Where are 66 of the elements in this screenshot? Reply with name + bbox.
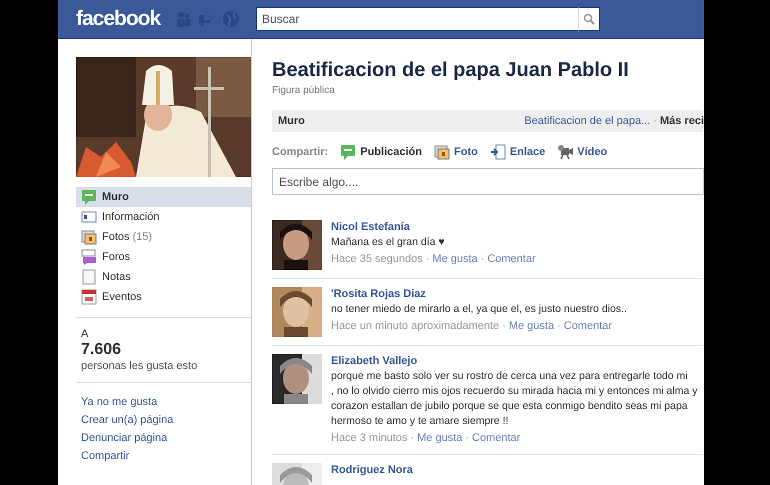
photo-frame-icon xyxy=(81,229,97,245)
post-text: Mañana es el gran día ♥ xyxy=(331,235,446,250)
sidebar-item[interactable]: Eventos xyxy=(76,287,251,307)
item-count: (15) xyxy=(132,231,152,243)
speech-bubble-icon xyxy=(340,144,356,160)
sidebar-link[interactable]: Denunciar página xyxy=(81,429,251,447)
action-link[interactable]: Me gusta xyxy=(417,432,462,444)
author-link[interactable]: Nicol Estefanía xyxy=(331,220,536,235)
post-text: hermoso te amo y te amare siempre !! xyxy=(331,414,510,429)
share-option[interactable]: Publicación xyxy=(340,144,422,160)
author-link[interactable]: Rodriguez Nora xyxy=(331,463,413,478)
post-text: porque me basto solo ver su rostro de cerca una vez para entregarle todo mi xyxy=(331,369,689,384)
action-link[interactable]: Comentar xyxy=(564,320,612,332)
globe-icon[interactable] xyxy=(222,10,240,28)
action-link[interactable]: Comentar xyxy=(472,432,520,444)
post-text: corazon estallan de jubilo porque se que esta conmigo bendito seas mi papa xyxy=(331,399,689,414)
separator-dot: · xyxy=(557,320,561,332)
share-option[interactable]: Foto xyxy=(434,144,478,160)
page-title: Beatificacion de el papa Juan Pablo II xyxy=(272,59,630,82)
sidebar-link[interactable]: Compartir xyxy=(81,447,251,465)
sidebar-link[interactable]: Crear un(a) página xyxy=(81,411,251,429)
wall-tab[interactable]: Muro xyxy=(278,115,305,127)
search-icon xyxy=(583,13,595,25)
separator-dot: · xyxy=(465,432,470,444)
sidebar-item[interactable]: Notas xyxy=(76,267,251,287)
search-field[interactable]: Buscar xyxy=(256,7,578,31)
link-arrow-icon xyxy=(490,144,506,160)
separator-dot: · xyxy=(426,253,430,265)
post-text: no tener miedo de mirarlo a el, ya que el, es justo nuestro dios.. xyxy=(331,302,627,317)
action-link[interactable]: Me gusta xyxy=(432,253,478,265)
note-page-icon xyxy=(81,269,97,285)
id-card-icon xyxy=(81,209,97,225)
share-label: Compartir: xyxy=(272,146,328,158)
photo-frame-icon xyxy=(434,144,450,160)
separator-dot: · xyxy=(653,115,657,127)
page-category: Figura pública xyxy=(272,85,336,96)
separator-dot: · xyxy=(480,253,484,265)
action-link[interactable]: Me gusta xyxy=(508,320,554,332)
separator-dot: · xyxy=(410,432,414,444)
post-time: Hace 3 minutos xyxy=(331,432,408,444)
calendar-icon xyxy=(81,289,97,305)
sidebar-item[interactable]: Muro xyxy=(76,187,251,207)
likes-prefix: A xyxy=(81,328,90,340)
share-option[interactable]: Vídeo xyxy=(557,144,608,160)
search-button[interactable] xyxy=(578,7,600,31)
logo[interactable]: facebook xyxy=(76,7,160,31)
separator-dot: · xyxy=(502,320,506,332)
post-time: Hace un minuto aproximadamente xyxy=(331,320,500,332)
filter-link[interactable]: Beatificacion de el papa... xyxy=(524,115,650,127)
post-composer-field[interactable]: Escribe algo.... xyxy=(272,168,704,195)
author-link[interactable]: Elizabeth Vallejo xyxy=(331,354,698,369)
post-time: Hace 35 segundos xyxy=(331,253,423,265)
post-text: , no lo olvido cierro mis ojos recuerdo su mirada hacia mi y entonces mi alma y xyxy=(331,384,698,399)
sort-link[interactable]: Más reci xyxy=(660,115,704,127)
speech-bubble-icon xyxy=(81,189,97,205)
sidebar-item[interactable]: Fotos (15) xyxy=(76,227,251,247)
chat-bubbles-icon xyxy=(81,249,97,265)
likes-count: 7.606 xyxy=(81,340,122,360)
sidebar-item[interactable]: Información xyxy=(76,207,251,227)
action-link[interactable]: Comentar xyxy=(487,253,536,265)
video-camera-icon xyxy=(557,144,574,160)
likes-caption: personas les gusta esto xyxy=(81,360,198,372)
author-link[interactable]: 'Rosita Rojas Diaz xyxy=(331,287,627,302)
share-option[interactable]: Enlace xyxy=(490,144,546,160)
sidebar-item[interactable]: Foros xyxy=(76,247,251,267)
sidebar-link[interactable]: Ya no me gusta xyxy=(81,393,251,411)
